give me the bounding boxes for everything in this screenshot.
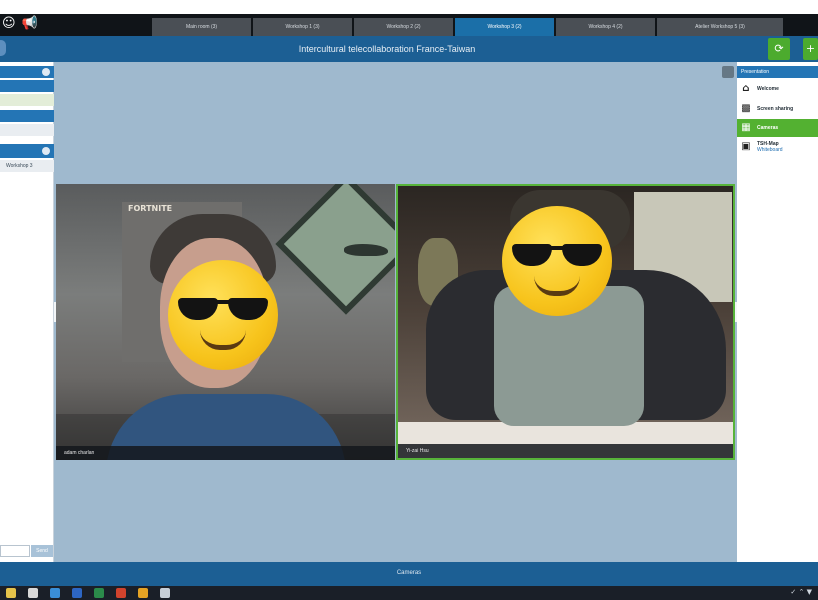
- chrome-icon[interactable]: [138, 588, 148, 598]
- system-tray-icon[interactable]: ✓ ⌃ ▼: [790, 588, 812, 596]
- module-cameras[interactable]: ▦ Cameras: [737, 119, 818, 137]
- page-title: Intercultural telecollaboration France-T…: [298, 44, 476, 54]
- tab-main-room[interactable]: Main room (3): [152, 18, 251, 36]
- chat-toolbar: [0, 144, 54, 158]
- home-icon: ⌂: [742, 83, 750, 94]
- excel-icon[interactable]: [94, 588, 104, 598]
- tab-workshop-2[interactable]: Workshop 2 (2): [354, 18, 453, 36]
- bottom-bar: Cameras: [0, 562, 818, 586]
- left-panel: Workshop 3 Send: [0, 62, 54, 562]
- tab-workshop-5[interactable]: Atelier Workshop 5 (3): [657, 18, 783, 36]
- module-tsh-map[interactable]: ▣ TSH-Map Whiteboard: [737, 138, 818, 156]
- plus-icon: +: [805, 42, 816, 55]
- sunglasses-emoji-icon: [502, 206, 612, 316]
- section-header: [0, 110, 54, 122]
- file-explorer-icon[interactable]: [6, 588, 16, 598]
- users-header: [0, 66, 54, 78]
- megaphone-icon[interactable]: 📢: [22, 17, 38, 31]
- module-label: Cameras: [757, 125, 779, 131]
- window-icon[interactable]: [160, 588, 170, 598]
- chat-settings-icon[interactable]: [42, 147, 50, 155]
- module-label: Screen sharing: [757, 106, 794, 112]
- module-sublabel: Whiteboard: [757, 147, 783, 153]
- user-icon[interactable]: ☺: [2, 17, 16, 31]
- tab-workshop-4[interactable]: Workshop 4 (2): [556, 18, 655, 36]
- chat-room-label: Workshop 3: [6, 163, 33, 169]
- room-tab-bar: ☺ 📢 Main room (3) Workshop 1 (3) Worksho…: [0, 14, 818, 36]
- room-tabs: Main room (3) Workshop 1 (3) Workshop 2 …: [152, 18, 783, 36]
- chat-tab[interactable]: Workshop 3: [0, 160, 54, 172]
- module-screen-sharing[interactable]: ▩ Screen sharing: [737, 100, 818, 118]
- powerpoint-icon[interactable]: [116, 588, 126, 598]
- top-strip: [0, 0, 818, 14]
- right-panel: Presentation ⌂ Welcome ▩ Screen sharing …: [737, 62, 818, 562]
- word-icon[interactable]: [72, 588, 82, 598]
- camera-grid-icon: ▦: [741, 122, 751, 133]
- stage-settings-icon[interactable]: [722, 66, 734, 78]
- mail-icon[interactable]: [50, 588, 60, 598]
- video-caption: adam charlan: [56, 446, 395, 460]
- monitor-icon: ▩: [741, 103, 751, 114]
- camera-stage: FORTNITE adam charlan Yi-zai Hsu: [54, 62, 737, 562]
- poster-text: FORTNITE: [128, 204, 173, 213]
- camera-icon: ▣: [741, 141, 751, 152]
- user-row[interactable]: [0, 94, 54, 106]
- shark-shape: [344, 244, 388, 256]
- module-welcome[interactable]: ⌂ Welcome: [737, 80, 818, 98]
- tab-workshop-1[interactable]: Workshop 1 (3): [253, 18, 352, 36]
- sunglasses-emoji-icon: [168, 260, 278, 370]
- video-tile-1[interactable]: FORTNITE adam charlan: [56, 184, 395, 460]
- record-button[interactable]: ⟳: [768, 38, 790, 60]
- store-icon[interactable]: [28, 588, 38, 598]
- chat-input[interactable]: [0, 545, 30, 557]
- presentation-title: Presentation: [741, 69, 770, 75]
- gear-icon[interactable]: [42, 68, 50, 76]
- video-tile-2[interactable]: Yi-zai Hsu: [396, 184, 735, 460]
- video-caption: Yi-zai Hsu: [398, 444, 733, 458]
- active-module-label: Cameras: [396, 570, 422, 576]
- os-taskbar: ✓ ⌃ ▼: [0, 586, 818, 600]
- action-button[interactable]: +: [803, 38, 818, 60]
- users-toolbar: [0, 80, 54, 92]
- participant-name: adam charlan: [64, 450, 95, 456]
- presentation-header: Presentation: [737, 66, 818, 78]
- participant-name: Yi-zai Hsu: [406, 448, 429, 454]
- send-button[interactable]: Send: [31, 545, 53, 557]
- refresh-icon: ⟳: [774, 42, 784, 55]
- controls-row[interactable]: [0, 124, 54, 136]
- tab-workshop-3[interactable]: Workshop 3 (2): [455, 18, 554, 36]
- module-label: Welcome: [757, 86, 779, 92]
- title-bar: Intercultural telecollaboration France-T…: [0, 36, 818, 62]
